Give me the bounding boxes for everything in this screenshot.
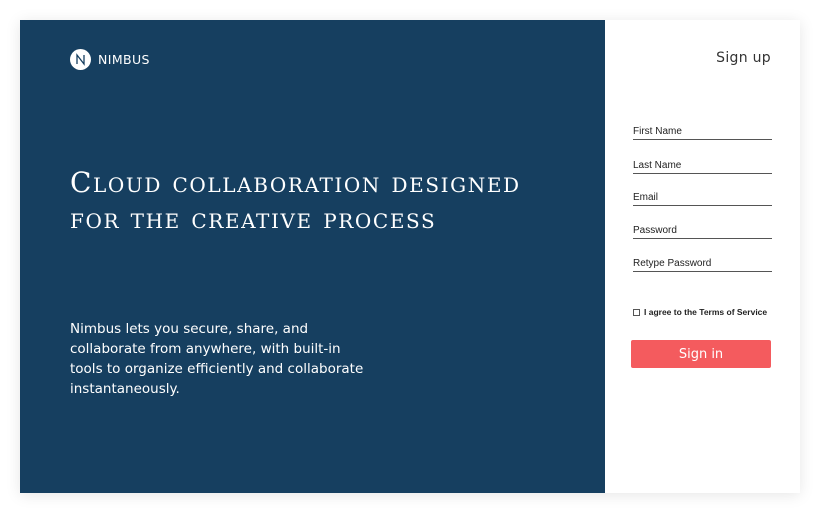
first-name-field[interactable]	[633, 123, 772, 140]
hero-panel: NIMBUS Cloud collaboration designed for …	[20, 20, 605, 493]
signup-form-panel: Sign up I agree to the Terms of Service …	[605, 20, 800, 493]
brand: NIMBUS	[70, 49, 150, 70]
terms-checkbox[interactable]	[633, 308, 640, 316]
password-field[interactable]	[633, 222, 772, 239]
hero-headline: Cloud collaboration designed for the cre…	[70, 166, 521, 235]
sign-in-button[interactable]: Sign in	[631, 340, 771, 368]
email-field[interactable]	[633, 189, 772, 206]
brand-name: NIMBUS	[98, 52, 150, 67]
last-name-field[interactable]	[633, 157, 772, 174]
signup-card: NIMBUS Cloud collaboration designed for …	[20, 20, 800, 493]
hero-description: Nimbus lets you secure, share, and colla…	[70, 321, 364, 397]
signup-title: Sign up	[716, 50, 771, 66]
terms-label: I agree to the Terms of Service	[644, 307, 768, 317]
nimbus-logo-icon	[70, 49, 91, 70]
terms-agreement[interactable]: I agree to the Terms of Service	[633, 307, 767, 317]
retype-password-field[interactable]	[633, 255, 772, 272]
